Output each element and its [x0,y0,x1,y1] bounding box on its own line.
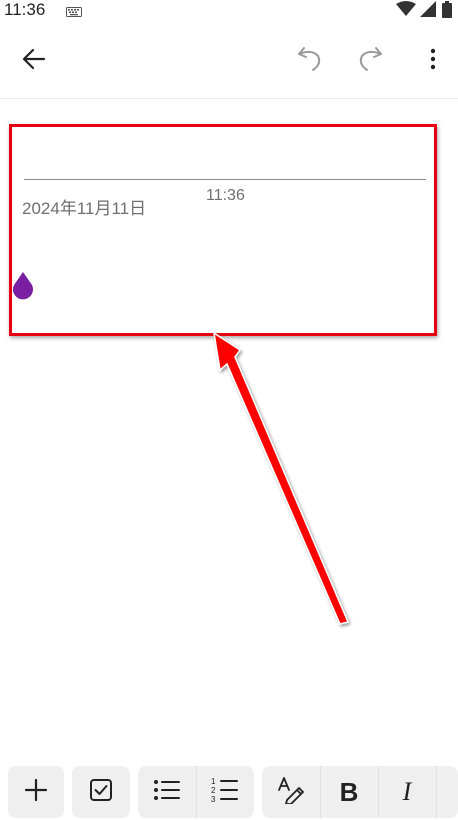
undo-icon [296,45,322,78]
toolbar [0,22,458,99]
signal-icon [420,1,436,22]
more-vert-icon [430,48,436,75]
add-icon [24,778,48,807]
text-style-icon [277,776,305,809]
back-button[interactable] [14,46,54,76]
checklist-group [72,766,130,818]
numbered-list-icon: 123 [211,777,239,808]
back-arrow-icon [22,48,46,75]
svg-text:2: 2 [211,786,216,795]
text-style-button[interactable] [262,766,320,818]
svg-text:1: 1 [211,777,216,786]
italic-button[interactable]: I [378,766,436,818]
bold-button[interactable]: B [320,766,378,818]
checkbox-icon [89,778,113,807]
checkbox-button[interactable] [72,766,130,818]
battery-icon [442,1,452,23]
text-style-group: B I [262,766,458,818]
formatting-toolbar: 123 B I [0,760,458,820]
bulleted-list-icon [153,779,181,806]
wifi-icon [396,1,416,22]
keyboard-icon [66,4,82,22]
redo-button[interactable] [352,44,390,78]
undo-button[interactable] [290,44,328,78]
more-options-button[interactable] [418,44,448,78]
italic-icon: I [402,777,412,806]
redo-icon [358,45,384,78]
add-group [8,766,64,818]
bold-icon: B [339,776,359,807]
highlight-box [9,124,437,336]
list-group: 123 [138,766,254,818]
style-separator [436,766,437,818]
status-bar: 11:36 [0,0,458,22]
svg-text:3: 3 [211,795,216,803]
status-time: 11:36 [4,0,46,19]
bulleted-list-button[interactable] [138,766,196,818]
numbered-list-button[interactable]: 123 [196,766,254,818]
add-button[interactable] [8,766,64,818]
